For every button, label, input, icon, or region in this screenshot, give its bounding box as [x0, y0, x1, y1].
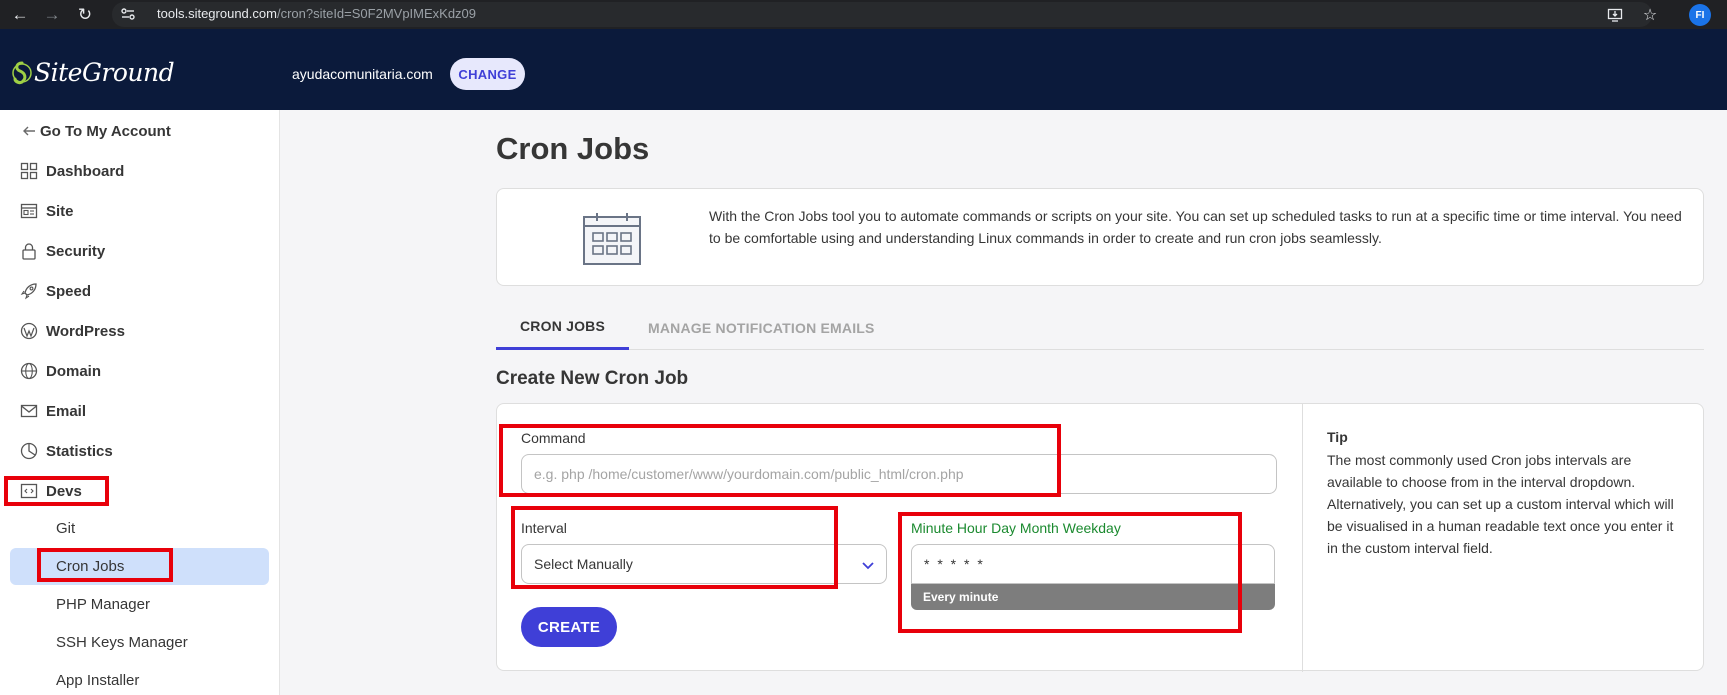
page-title: Cron Jobs — [496, 131, 650, 166]
sidebar-item-label: Statistics — [46, 442, 113, 460]
sidebar-item-site[interactable]: Site — [0, 194, 280, 228]
current-domain: ayudacomunitaria.com — [292, 66, 433, 82]
command-input[interactable]: e.g. php /home/customer/www/yourdomain.c… — [521, 454, 1277, 494]
envelope-icon — [19, 401, 39, 421]
wordpress-icon — [19, 321, 39, 341]
install-app-icon[interactable] — [1604, 4, 1626, 26]
sidebar-item-label: Site — [46, 202, 74, 220]
back-arrow-icon[interactable]: ← — [8, 3, 32, 27]
sidebar-item-label: Domain — [46, 362, 102, 380]
sidebar-item-label: Devs — [46, 482, 82, 500]
reload-icon[interactable]: ↻ — [73, 3, 97, 27]
sidebar-item-label: Email — [46, 402, 87, 420]
sidebar-subitem-git[interactable]: Git — [10, 510, 269, 547]
rocket-icon — [19, 281, 39, 301]
arrow-left-icon — [19, 121, 39, 141]
tab-label: MANAGE NOTIFICATION EMAILS — [648, 319, 875, 336]
create-cron-form: Command e.g. php /home/customer/www/your… — [496, 403, 1704, 672]
sidebar-item-devs[interactable]: Devs — [0, 474, 280, 508]
bookmark-star-icon[interactable]: ☆ — [1639, 4, 1661, 26]
sidebar-subitem-label: Git — [56, 520, 76, 537]
sidebar-subitem-label: PHP Manager — [56, 596, 150, 613]
url-path: /cron?siteId=S0F2MVpIMExKdz09 — [276, 6, 477, 21]
app-header — [0, 29, 1727, 110]
sidebar-item-wordpress[interactable]: WordPress — [0, 314, 280, 348]
sidebar-back-label: Go To My Account — [40, 122, 171, 140]
forward-arrow-icon[interactable]: → — [40, 3, 64, 27]
sidebar-item-label: Dashboard — [46, 162, 125, 180]
browser-toolbar: ← → ↻ tools.siteground.com/cron?siteId=S… — [0, 0, 1727, 29]
cron-hint-text: Every minute — [923, 590, 999, 604]
code-icon — [19, 481, 39, 501]
url-text: tools.siteground.com/cron?siteId=S0F2MVp… — [157, 6, 476, 21]
grid-icon — [19, 161, 39, 181]
cron-expression-value: * * * * * — [924, 556, 985, 572]
cron-expression-input[interactable]: * * * * * — [911, 544, 1275, 584]
pie-chart-icon — [19, 441, 39, 461]
go-to-my-account-link[interactable]: Go To My Account — [0, 114, 280, 148]
sidebar-subitem-app-installer[interactable]: App Installer — [10, 662, 269, 695]
site-info-icon[interactable] — [120, 6, 136, 22]
siteground-logo[interactable]: SiteGround — [12, 58, 175, 87]
browser-window-icon — [19, 201, 39, 221]
tip-text: The most commonly used Cron jobs interva… — [1327, 452, 1674, 556]
command-placeholder: e.g. php /home/customer/www/yourdomain.c… — [534, 466, 964, 482]
lock-icon — [19, 241, 39, 261]
sidebar-item-domain[interactable]: Domain — [0, 354, 280, 388]
sidebar-subitem-label: App Installer — [56, 672, 140, 689]
form-divider — [1302, 404, 1303, 672]
sidebar-subitem-ssh-keys-manager[interactable]: SSH Keys Manager — [10, 624, 269, 661]
calendar-icon — [583, 213, 641, 265]
info-description: With the Cron Jobs tool you to automate … — [709, 208, 1682, 246]
sidebar-subitem-cron-jobs[interactable]: Cron Jobs — [10, 548, 269, 585]
interval-label: Interval — [521, 520, 567, 536]
tab-label: CRON JOBS — [520, 318, 606, 334]
sidebar-item-statistics[interactable]: Statistics — [0, 434, 280, 468]
sidebar-item-label: Security — [46, 242, 106, 260]
sidebar-subitem-label: Cron Jobs — [56, 558, 125, 575]
interval-selected-value: Select Manually — [534, 556, 633, 572]
sidebar-item-label: WordPress — [46, 322, 125, 340]
profile-avatar[interactable]: FI — [1689, 4, 1711, 26]
globe-icon — [19, 361, 39, 381]
sidebar: Go To My Account Dashboard Site Security… — [0, 110, 280, 695]
tab-bar: CRON JOBS MANAGE NOTIFICATION EMAILS — [496, 305, 1704, 350]
section-title: Create New Cron Job — [496, 368, 689, 389]
sidebar-item-security[interactable]: Security — [0, 234, 280, 268]
sidebar-subitem-label: SSH Keys Manager — [56, 634, 188, 651]
chevron-down-icon — [862, 562, 874, 570]
tab-manage-notification-emails[interactable]: MANAGE NOTIFICATION EMAILS — [648, 305, 875, 350]
sidebar-item-speed[interactable]: Speed — [0, 274, 280, 308]
cron-hint-tooltip: Every minute — [911, 584, 1275, 610]
sidebar-item-label: Speed — [46, 282, 92, 300]
tab-cron-jobs[interactable]: CRON JOBS — [496, 305, 630, 350]
change-site-button[interactable]: CHANGE — [450, 58, 525, 90]
url-host: tools.siteground.com — [157, 6, 277, 21]
sidebar-item-email[interactable]: Email — [0, 394, 280, 428]
command-label: Command — [521, 430, 586, 446]
siteground-logo-icon — [12, 61, 32, 84]
sidebar-subitem-php-manager[interactable]: PHP Manager — [10, 586, 269, 623]
create-button[interactable]: CREATE — [521, 607, 617, 647]
logo-text: SiteGround — [34, 58, 175, 87]
cron-expression-label: Minute Hour Day Month Weekday — [911, 520, 1121, 536]
sidebar-item-dashboard[interactable]: Dashboard — [0, 154, 280, 188]
interval-select[interactable]: Select Manually — [521, 544, 887, 584]
info-card: With the Cron Jobs tool you to automate … — [496, 188, 1704, 286]
tip-title: Tip — [1327, 429, 1348, 445]
